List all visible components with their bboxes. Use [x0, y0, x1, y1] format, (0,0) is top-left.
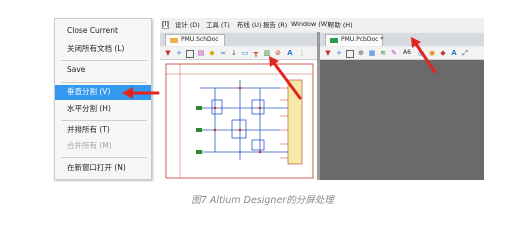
filter-icon[interactable]: ▼ — [164, 49, 172, 57]
port-icon[interactable]: ▭ — [241, 49, 249, 57]
chart-icon[interactable]: ▦ — [368, 49, 376, 57]
select-rect-icon[interactable] — [186, 50, 194, 58]
menu-item-label: Close Current — [67, 26, 118, 35]
menu-item-label: 水平分割 (H) — [67, 104, 111, 113]
pcb-pane[interactable] — [320, 60, 484, 180]
net-icon[interactable]: ↓ — [230, 49, 238, 57]
more-icon[interactable]: ⋮ — [298, 49, 306, 57]
menu-item-close-current[interactable]: Close Current — [55, 25, 151, 40]
left-tab-strip: PMU.SchDoc — [160, 33, 317, 46]
menu-item-split-horizontal[interactable]: 水平分割 (H) — [55, 102, 151, 117]
menu-item-label: 在新窗口打开 (N) — [67, 163, 126, 172]
altium-window: (I) 设计 (D) 工具 (T) 布线 (U) 报告 (R) Window (… — [160, 18, 484, 180]
add-icon[interactable]: + — [175, 49, 183, 57]
menu-item-label: Save — [67, 65, 86, 74]
menu-item-save[interactable]: Save — [55, 64, 151, 79]
route-icon[interactable]: ≋ — [379, 49, 387, 57]
right-tab-strip: PMU.PcbDoc * — [320, 33, 484, 46]
pcb-doc-icon — [330, 38, 338, 43]
menu-separator — [61, 60, 147, 61]
tab-label: PMU.PcbDoc * — [341, 36, 384, 43]
menu-tools[interactable]: 工具 (T) — [206, 20, 230, 29]
tab-label: PMU.SchDoc — [181, 36, 219, 43]
menu-item-label: 合并所有 (M) — [67, 141, 112, 150]
power-port-icon[interactable]: ┳ — [252, 49, 260, 57]
pcb-toolbar: ▼ + ⊕ ▦ ≋ ✎ A6 ◎ ◉ ◆ A ⤢ — [320, 47, 484, 60]
dimension-icon[interactable]: ⤢ — [461, 49, 469, 57]
no-erc-icon[interactable]: ⊘ — [274, 49, 282, 57]
tab-pmu-schdoc[interactable]: PMU.SchDoc — [165, 34, 225, 46]
menu-bar: (I) 设计 (D) 工具 (T) 布线 (U) 报告 (R) Window (… — [160, 18, 484, 32]
pad-icon[interactable]: ◉ — [428, 49, 436, 57]
menu-reports[interactable]: 报告 (R) — [263, 20, 287, 29]
schematic-toolbar: ▼ + ▤ ◆ ≈ ↓ ▭ ┳ ▥ ⊘ A ⋮ — [160, 47, 317, 60]
menu-separator — [61, 120, 147, 121]
menu-item-close-all-documents[interactable]: 关闭所有文档 (L) — [55, 42, 151, 57]
filter-icon[interactable]: ▼ — [324, 49, 332, 57]
a6-label: A6 — [403, 49, 411, 56]
menu-item-extra[interactable]: (I) — [162, 20, 169, 28]
context-menu: Close Current 关闭所有文档 (L) Save 垂直分割 (V) 水… — [54, 18, 152, 180]
menu-item-label: 垂直分割 (V) — [67, 87, 111, 96]
menu-help[interactable]: 帮助 (H) — [328, 20, 353, 29]
menu-item-merge-all: 合并所有 (M) — [55, 139, 151, 154]
schematic-doc-icon — [170, 38, 178, 43]
menu-window[interactable]: Window (W) — [291, 20, 330, 28]
text-icon[interactable]: A — [450, 49, 458, 57]
select-rect-icon[interactable] — [346, 50, 354, 58]
figure-caption: 图7 Altium Designer的分屏处理 — [191, 195, 334, 206]
pen-icon[interactable]: ✎ — [390, 49, 398, 57]
menu-item-tile-all[interactable]: 并排所有 (T) — [55, 123, 151, 138]
schematic-pane[interactable] — [160, 60, 317, 180]
menu-item-split-vertical[interactable]: 垂直分割 (V) — [55, 85, 151, 100]
menu-design[interactable]: 设计 (D) — [175, 20, 200, 29]
tab-pmu-pcbdoc[interactable]: PMU.PcbDoc * — [325, 34, 383, 46]
menu-separator — [61, 82, 147, 83]
menu-item-label: 关闭所有文档 (L) — [67, 44, 125, 53]
bus-icon[interactable]: ≈ — [219, 49, 227, 57]
menu-separator — [61, 157, 147, 158]
via-icon[interactable]: ◎ — [417, 49, 425, 57]
add-icon[interactable]: + — [335, 49, 343, 57]
schematic-drawing — [165, 63, 314, 179]
text-icon[interactable]: A — [286, 49, 294, 57]
wire-icon[interactable]: ◆ — [208, 49, 216, 57]
align-icon[interactable]: ▤ — [197, 49, 205, 57]
align-icon[interactable]: ⊕ — [357, 49, 365, 57]
component-icon[interactable]: ▥ — [263, 49, 271, 57]
menu-item-open-in-new-window[interactable]: 在新窗口打开 (N) — [55, 161, 151, 176]
menu-item-label: 并排所有 (T) — [67, 125, 110, 134]
polygon-icon[interactable]: ◆ — [439, 49, 447, 57]
menu-route[interactable]: 布线 (U) — [237, 20, 261, 29]
